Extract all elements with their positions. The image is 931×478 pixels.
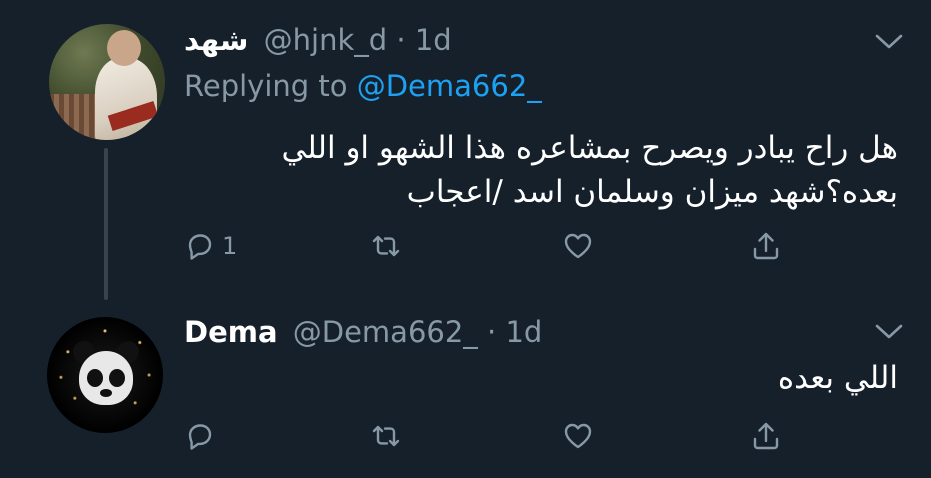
avatar-eye (109, 369, 125, 387)
share-icon (753, 232, 779, 260)
tweet-actions: 1 (184, 226, 804, 266)
tweet-header: Dema @Dema662_ · 1d (184, 314, 542, 350)
tweet[interactable]: شهد @hjnk_d · 1d Replying to @Dema662_ ه… (0, 0, 931, 300)
avatar-head (107, 30, 141, 66)
tweet-text-line: بعده؟شهد ميزان وسلمان اسد /اعجاب (406, 174, 898, 210)
retweet-icon (372, 235, 400, 257)
avatar[interactable] (47, 317, 163, 433)
like-icon (564, 423, 592, 449)
separator-dot: · (487, 315, 497, 349)
reply-icon (188, 424, 212, 450)
thread-line (104, 148, 108, 300)
share-button[interactable] (750, 416, 782, 456)
user-handle[interactable]: @Dema662_ (293, 315, 478, 349)
avatar-eye (87, 369, 103, 387)
tweet-text: هل راح يبادر ويصرح بمشاعره هذا الشهو او … (218, 126, 898, 214)
replying-mention[interactable]: @Dema662_ (357, 69, 542, 103)
tweet[interactable]: Dema @Dema662_ · 1d اللي بعده (0, 300, 931, 478)
avatar[interactable] (49, 24, 165, 140)
tweet-text: اللي بعده (218, 356, 898, 400)
timestamp[interactable]: 1d (415, 23, 452, 57)
retweet-button[interactable] (370, 226, 402, 266)
reply-count: 1 (222, 232, 238, 260)
chevron-down-icon[interactable] (874, 322, 904, 342)
display-name[interactable]: Dema (184, 315, 278, 349)
share-icon (753, 422, 779, 450)
share-button[interactable] (750, 226, 782, 266)
reply-icon (188, 234, 212, 260)
timestamp[interactable]: 1d (505, 315, 542, 349)
retweet-icon (372, 425, 400, 447)
like-icon (564, 233, 592, 259)
tweet-text-line: اللي بعده (777, 360, 898, 396)
display-name[interactable]: شهد (184, 23, 248, 57)
separator-dot: · (396, 23, 406, 57)
tweet-actions (184, 416, 804, 456)
avatar-nose (100, 389, 112, 397)
tweet-text-line: هل راح يبادر ويصرح بمشاعره هذا الشهو او … (281, 130, 898, 166)
like-button[interactable] (562, 416, 594, 456)
chevron-down-icon[interactable] (874, 32, 904, 52)
retweet-button[interactable] (370, 416, 402, 456)
replying-to: Replying to @Dema662_ (184, 68, 542, 104)
reply-button[interactable] (184, 416, 216, 456)
user-handle[interactable]: @hjnk_d (264, 23, 388, 57)
like-button[interactable] (562, 226, 594, 266)
avatar-figure (95, 58, 157, 140)
replying-prefix: Replying to (184, 69, 348, 103)
reply-button[interactable]: 1 (184, 226, 237, 266)
tweet-header: شهد @hjnk_d · 1d (184, 22, 452, 58)
